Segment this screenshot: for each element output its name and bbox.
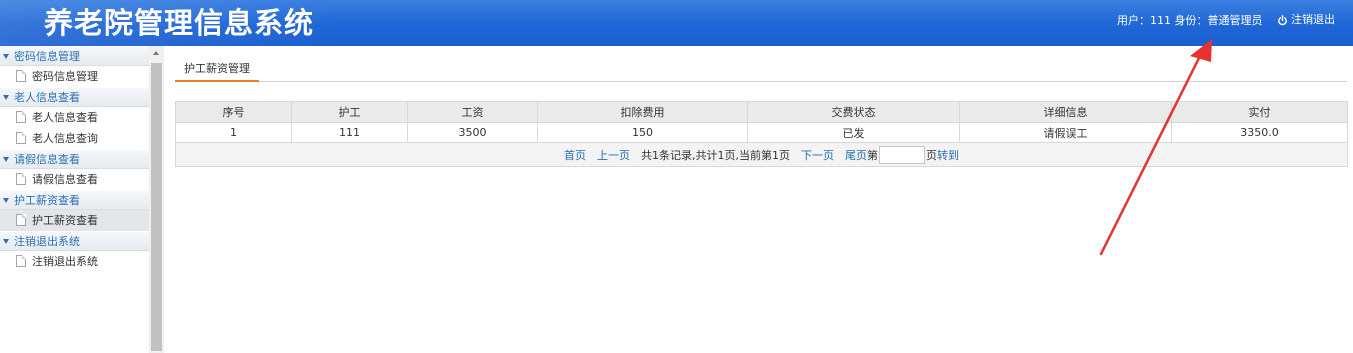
- sidebar-item-logout-system[interactable]: 注销退出系统: [0, 251, 149, 272]
- nav-group-title[interactable]: 请假信息查看: [0, 149, 149, 169]
- document-icon: [16, 255, 26, 267]
- nav-group-logout: 注销退出系统 注销退出系统: [0, 231, 149, 272]
- pager-prev-link[interactable]: 上一页: [597, 147, 630, 163]
- table-row: 1 111 3500 150 已发 请假误工 3350.0: [175, 122, 1348, 143]
- page-number-input[interactable]: [879, 145, 925, 164]
- caret-down-icon: [3, 157, 9, 162]
- nav-group-label: 请假信息查看: [14, 153, 80, 166]
- sidebar-scrollbar[interactable]: [149, 46, 164, 353]
- tab-bar: 护工薪资管理: [175, 60, 1347, 82]
- nav-group-label: 注销退出系统: [14, 235, 80, 248]
- sidebar-item-label: 注销退出系统: [32, 255, 98, 268]
- column-header-caregiver: 护工: [291, 101, 408, 123]
- column-header-payment-status: 交费状态: [747, 101, 960, 123]
- nav-group-leave: 请假信息查看 请假信息查看: [0, 149, 149, 190]
- pager-next-link[interactable]: 下一页: [801, 147, 834, 163]
- pager-first-link[interactable]: 首页: [564, 147, 586, 163]
- cell-salary: 3500: [407, 122, 538, 143]
- main-content: 护工薪资管理 序号 护工 工资 扣除费用 交费状态 详细信息 实付 1 111 …: [164, 46, 1353, 353]
- cell-actual-paid: 3350.0: [1171, 122, 1348, 143]
- document-icon: [16, 214, 26, 226]
- table-header-row: 序号 护工 工资 扣除费用 交费状态 详细信息 实付: [175, 101, 1348, 123]
- caret-down-icon: [3, 54, 9, 59]
- scroll-up-arrow-icon[interactable]: [149, 46, 164, 61]
- sidebar-item-password-info[interactable]: 密码信息管理: [0, 66, 149, 87]
- sidebar-item-elderly-view[interactable]: 老人信息查看: [0, 107, 149, 128]
- cell-deduction: 150: [537, 122, 748, 143]
- cell-payment-status: 已发: [747, 122, 960, 143]
- document-icon: [16, 70, 26, 82]
- sidebar-item-leave-view[interactable]: 请假信息查看: [0, 169, 149, 190]
- cell-details: 请假误工: [959, 122, 1172, 143]
- pager-controls: 首页 上一页 共1条记录,共计1页,当前第1页 下一页 尾页 第 页 转到: [176, 145, 1347, 164]
- document-icon: [16, 132, 26, 144]
- cell-caregiver: 111: [291, 122, 408, 143]
- scroll-thumb[interactable]: [151, 63, 162, 351]
- sidebar-item-label: 老人信息查询: [32, 132, 98, 145]
- column-header-details: 详细信息: [959, 101, 1172, 123]
- nav-group-elderly: 老人信息查看 老人信息查看 老人信息查询: [0, 87, 149, 149]
- nav-group-title[interactable]: 护工薪资查看: [0, 190, 149, 210]
- sidebar-item-label: 密码信息管理: [32, 70, 98, 83]
- document-icon: [16, 111, 26, 123]
- app-title: 养老院管理信息系统: [44, 6, 315, 40]
- nav-group-label: 护工薪资查看: [14, 194, 80, 207]
- cell-index: 1: [175, 122, 292, 143]
- app-header: 养老院管理信息系统 用户：111 身份：普通管理员 注销退出: [0, 0, 1353, 46]
- user-info: 用户：111 身份：普通管理员: [1117, 14, 1263, 27]
- nav-group-label: 密码信息管理: [14, 50, 80, 63]
- pager-goto-button[interactable]: 转到: [937, 147, 959, 163]
- nav-group-salary: 护工薪资查看 护工薪资查看: [0, 190, 149, 231]
- sidebar-item-label: 请假信息查看: [32, 173, 98, 186]
- column-header-actual-paid: 实付: [1171, 101, 1348, 123]
- column-header-salary: 工资: [407, 101, 538, 123]
- pager-goto-prefix: 第: [867, 148, 878, 162]
- nav-group-title[interactable]: 注销退出系统: [0, 231, 149, 251]
- sidebar-item-elderly-query[interactable]: 老人信息查询: [0, 128, 149, 149]
- pager-summary: 共1条记录,共计1页,当前第1页: [641, 148, 790, 162]
- sidebar: 密码信息管理 密码信息管理 老人信息查看 老人信息查看 老人信息查询 请假信息查…: [0, 46, 149, 353]
- nav-group-title[interactable]: 密码信息管理: [0, 46, 149, 66]
- pager: 首页 上一页 共1条记录,共计1页,当前第1页 下一页 尾页 第 页 转到: [175, 142, 1348, 167]
- logout-label: 注销退出: [1291, 13, 1335, 26]
- document-icon: [16, 173, 26, 185]
- sidebar-item-salary-view[interactable]: 护工薪资查看: [0, 210, 149, 231]
- sidebar-item-label: 老人信息查看: [32, 111, 98, 124]
- caret-down-icon: [3, 239, 9, 244]
- column-header-index: 序号: [175, 101, 292, 123]
- sidebar-item-label: 护工薪资查看: [32, 214, 98, 227]
- nav-group-password: 密码信息管理 密码信息管理: [0, 46, 149, 87]
- column-header-deduction: 扣除费用: [537, 101, 748, 123]
- pager-last-link[interactable]: 尾页: [845, 147, 867, 163]
- caret-down-icon: [3, 95, 9, 100]
- pager-goto-suffix: 页: [926, 148, 937, 162]
- salary-table: 序号 护工 工资 扣除费用 交费状态 详细信息 实付 1 111 3500 15…: [175, 101, 1348, 167]
- tab-salary-management[interactable]: 护工薪资管理: [175, 60, 259, 82]
- logout-link[interactable]: 注销退出: [1277, 13, 1335, 27]
- nav-group-label: 老人信息查看: [14, 91, 80, 104]
- nav-group-title[interactable]: 老人信息查看: [0, 87, 149, 107]
- pager-row: 首页 上一页 共1条记录,共计1页,当前第1页 下一页 尾页 第 页 转到: [175, 142, 1348, 167]
- power-icon: [1277, 14, 1288, 26]
- caret-down-icon: [3, 198, 9, 203]
